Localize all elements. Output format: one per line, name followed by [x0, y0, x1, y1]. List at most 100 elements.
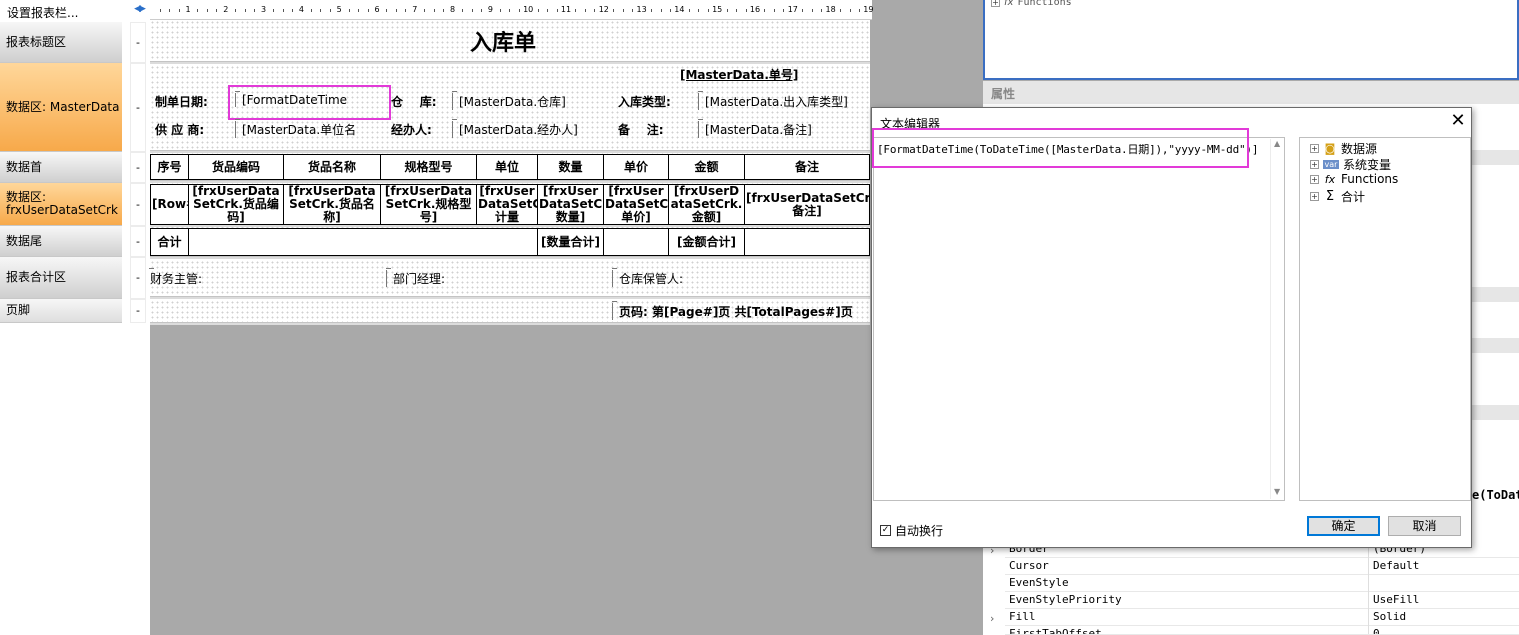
ruler-minor-tick	[783, 9, 785, 12]
detail-cell[interactable]: [frxUser DataSetCrk.数量]	[537, 184, 604, 225]
expand-icon[interactable]: +	[1310, 144, 1319, 153]
expression-editor[interactable]: [FormatDateTime(ToDateTime([MasterData.日…	[873, 137, 1285, 501]
total-empty-cell[interactable]	[603, 228, 669, 256]
detail-cell[interactable]: [frxUserData SetCrk.货品编码]	[188, 184, 284, 225]
expand-icon[interactable]: +	[991, 0, 1000, 7]
ruler-minor-tick	[433, 9, 435, 12]
total-label[interactable]: 合计	[150, 228, 189, 256]
tree-item-system-vars[interactable]: + var 系统变量	[1310, 156, 1391, 173]
ruler-tick-label: 18	[825, 5, 836, 14]
order-number-field[interactable]: [MasterData.单号]	[680, 66, 798, 83]
ruler-tick-label: 1	[185, 5, 191, 14]
tree-item-datasource[interactable]: + ◙ 数据源	[1310, 140, 1377, 157]
total-empty-cell[interactable]	[188, 228, 538, 256]
finance-manager-label[interactable]: 财务主管:	[148, 268, 202, 287]
warehouse-field[interactable]: [MasterData.仓库]	[452, 91, 566, 110]
property-category-bar	[1472, 287, 1519, 302]
page-number-field[interactable]: 页码: 第[Page#]页 共[TotalPages#]页	[612, 301, 853, 320]
col-header[interactable]: 货品名称	[283, 154, 381, 180]
supplier-field[interactable]: [MasterData.单位名	[235, 119, 356, 138]
collapse-arrows-icon[interactable]: ◀▶	[128, 4, 150, 18]
close-icon[interactable]: ✕	[1447, 110, 1469, 132]
col-header[interactable]: 规格型号	[380, 154, 477, 180]
total-empty-cell[interactable]	[744, 228, 870, 256]
ok-button[interactable]: 确定	[1307, 516, 1380, 536]
band-marker: -	[130, 226, 146, 257]
band-page-footer[interactable]: 页脚	[0, 299, 122, 323]
band-marker: -	[130, 257, 146, 299]
warehouse-keeper-label[interactable]: 仓库保管人:	[612, 268, 683, 287]
handler-label[interactable]: 经办人:	[391, 121, 432, 138]
property-row[interactable]: Cursor Default	[1005, 558, 1519, 575]
ruler-minor-tick	[273, 9, 275, 12]
property-row[interactable]: FirstTabOffset 0	[1005, 626, 1519, 635]
checkmark-icon[interactable]: ✓	[880, 525, 891, 536]
ruler-minor-tick	[821, 9, 823, 12]
detail-cell[interactable]: [frxUserD ataSetCrk.金额]	[668, 184, 745, 225]
band-marker: -	[130, 183, 146, 226]
band-master-data[interactable]: 数据区: MasterData	[0, 63, 122, 152]
in-type-label[interactable]: 入库类型:	[618, 93, 671, 110]
report-title[interactable]: 入库单	[470, 25, 536, 57]
ruler-minor-tick	[424, 9, 426, 12]
band-report-summary[interactable]: 报表合计区	[0, 257, 122, 299]
band-separator	[150, 322, 870, 325]
horizontal-ruler: 1 2 3 4 5 6 7 8 9 10 11 12 13 14 15 16 17 18 19	[150, 0, 874, 20]
col-header[interactable]: 序号	[150, 154, 189, 180]
property-value-partial[interactable]: e(ToDat	[1472, 488, 1519, 502]
make-date-label[interactable]: 制单日期:	[155, 93, 208, 110]
detail-cell[interactable]: [frxUserData SetCrk.规格型号]	[380, 184, 477, 225]
col-header[interactable]: 货品编码	[188, 154, 284, 180]
detail-cell[interactable]: [frxUser DataSetCrk.单价]	[603, 184, 669, 225]
expand-icon[interactable]: +	[1310, 174, 1319, 184]
expand-icon[interactable]: +	[1310, 192, 1319, 201]
property-row[interactable]: Fill Solid	[1005, 609, 1519, 626]
property-row[interactable]: EvenStyle	[1005, 575, 1519, 592]
editor-scrollbar[interactable]: ▲ ▼	[1270, 139, 1285, 499]
col-header[interactable]: 单位	[476, 154, 538, 180]
detail-cell[interactable]: [Row#]	[150, 184, 189, 225]
ruler-minor-tick	[462, 9, 464, 12]
in-type-field[interactable]: [MasterData.出入库类型]	[698, 91, 848, 110]
band-separator	[150, 256, 870, 259]
detail-cell[interactable]: [frxUserDataSetCrk.备注]	[744, 184, 870, 225]
tree-item-functions[interactable]: + fx Functions	[1310, 172, 1398, 186]
band-data-footer[interactable]: 数据尾	[0, 226, 122, 257]
supplier-label[interactable]: 供 应 商:	[155, 121, 204, 138]
property-category-bar	[1472, 150, 1519, 165]
scroll-up-icon[interactable]: ▲	[1274, 139, 1280, 148]
remark-field[interactable]: [MasterData.备注]	[698, 119, 812, 138]
word-wrap-checkbox[interactable]: ✓ 自动换行	[880, 522, 943, 539]
col-header[interactable]: 金额	[668, 154, 745, 180]
handler-field[interactable]: [MasterData.经办人]	[452, 119, 578, 138]
col-header[interactable]: 备注	[744, 154, 870, 180]
scroll-down-icon[interactable]: ▼	[1274, 487, 1280, 496]
col-header[interactable]: 单价	[603, 154, 669, 180]
property-row[interactable]: EvenStylePriority UseFill	[1005, 592, 1519, 609]
warehouse-label[interactable]: 仓 库:	[391, 93, 437, 110]
dept-manager-label[interactable]: 部门经理:	[386, 268, 445, 287]
chevron-right-icon[interactable]: ›	[990, 612, 994, 625]
expand-icon[interactable]: +	[1310, 160, 1319, 169]
band-detail-data[interactable]: 数据区: frxUserDataSetCrk	[0, 183, 122, 226]
ruler-tick-label: 19	[863, 5, 874, 14]
ruler-minor-tick	[858, 9, 860, 12]
ruler-tick-label: 14	[674, 5, 685, 14]
functions-tree-item[interactable]: Functions	[1017, 0, 1071, 8]
properties-header: 属性	[983, 80, 1519, 104]
total-amount[interactable]: [金额合计]	[668, 228, 745, 256]
band-settings-header[interactable]: 设置报表栏...	[0, 0, 128, 22]
total-quantity[interactable]: [数量合计]	[537, 228, 604, 256]
text-editor-dialog: 文本编辑器 ✕ [FormatDateTime(ToDateTime([Mast…	[871, 107, 1472, 548]
ruler-tick-label: 16	[749, 5, 761, 14]
remark-label[interactable]: 备 注:	[618, 121, 664, 138]
col-header[interactable]: 数量	[537, 154, 604, 180]
detail-cell[interactable]: [frxUserData SetCrk.货品名称]	[283, 184, 381, 225]
tree-item-totals[interactable]: + Σ 合计	[1310, 188, 1365, 205]
band-data-header[interactable]: 数据首	[0, 152, 122, 183]
detail-cell[interactable]: [frxUser DataSetCrk.计量	[476, 184, 538, 225]
band-report-title[interactable]: 报表标题区	[0, 22, 122, 63]
cancel-button[interactable]: 取消	[1388, 516, 1461, 536]
ruler-minor-tick	[698, 9, 700, 12]
ruler-minor-tick	[329, 9, 331, 12]
